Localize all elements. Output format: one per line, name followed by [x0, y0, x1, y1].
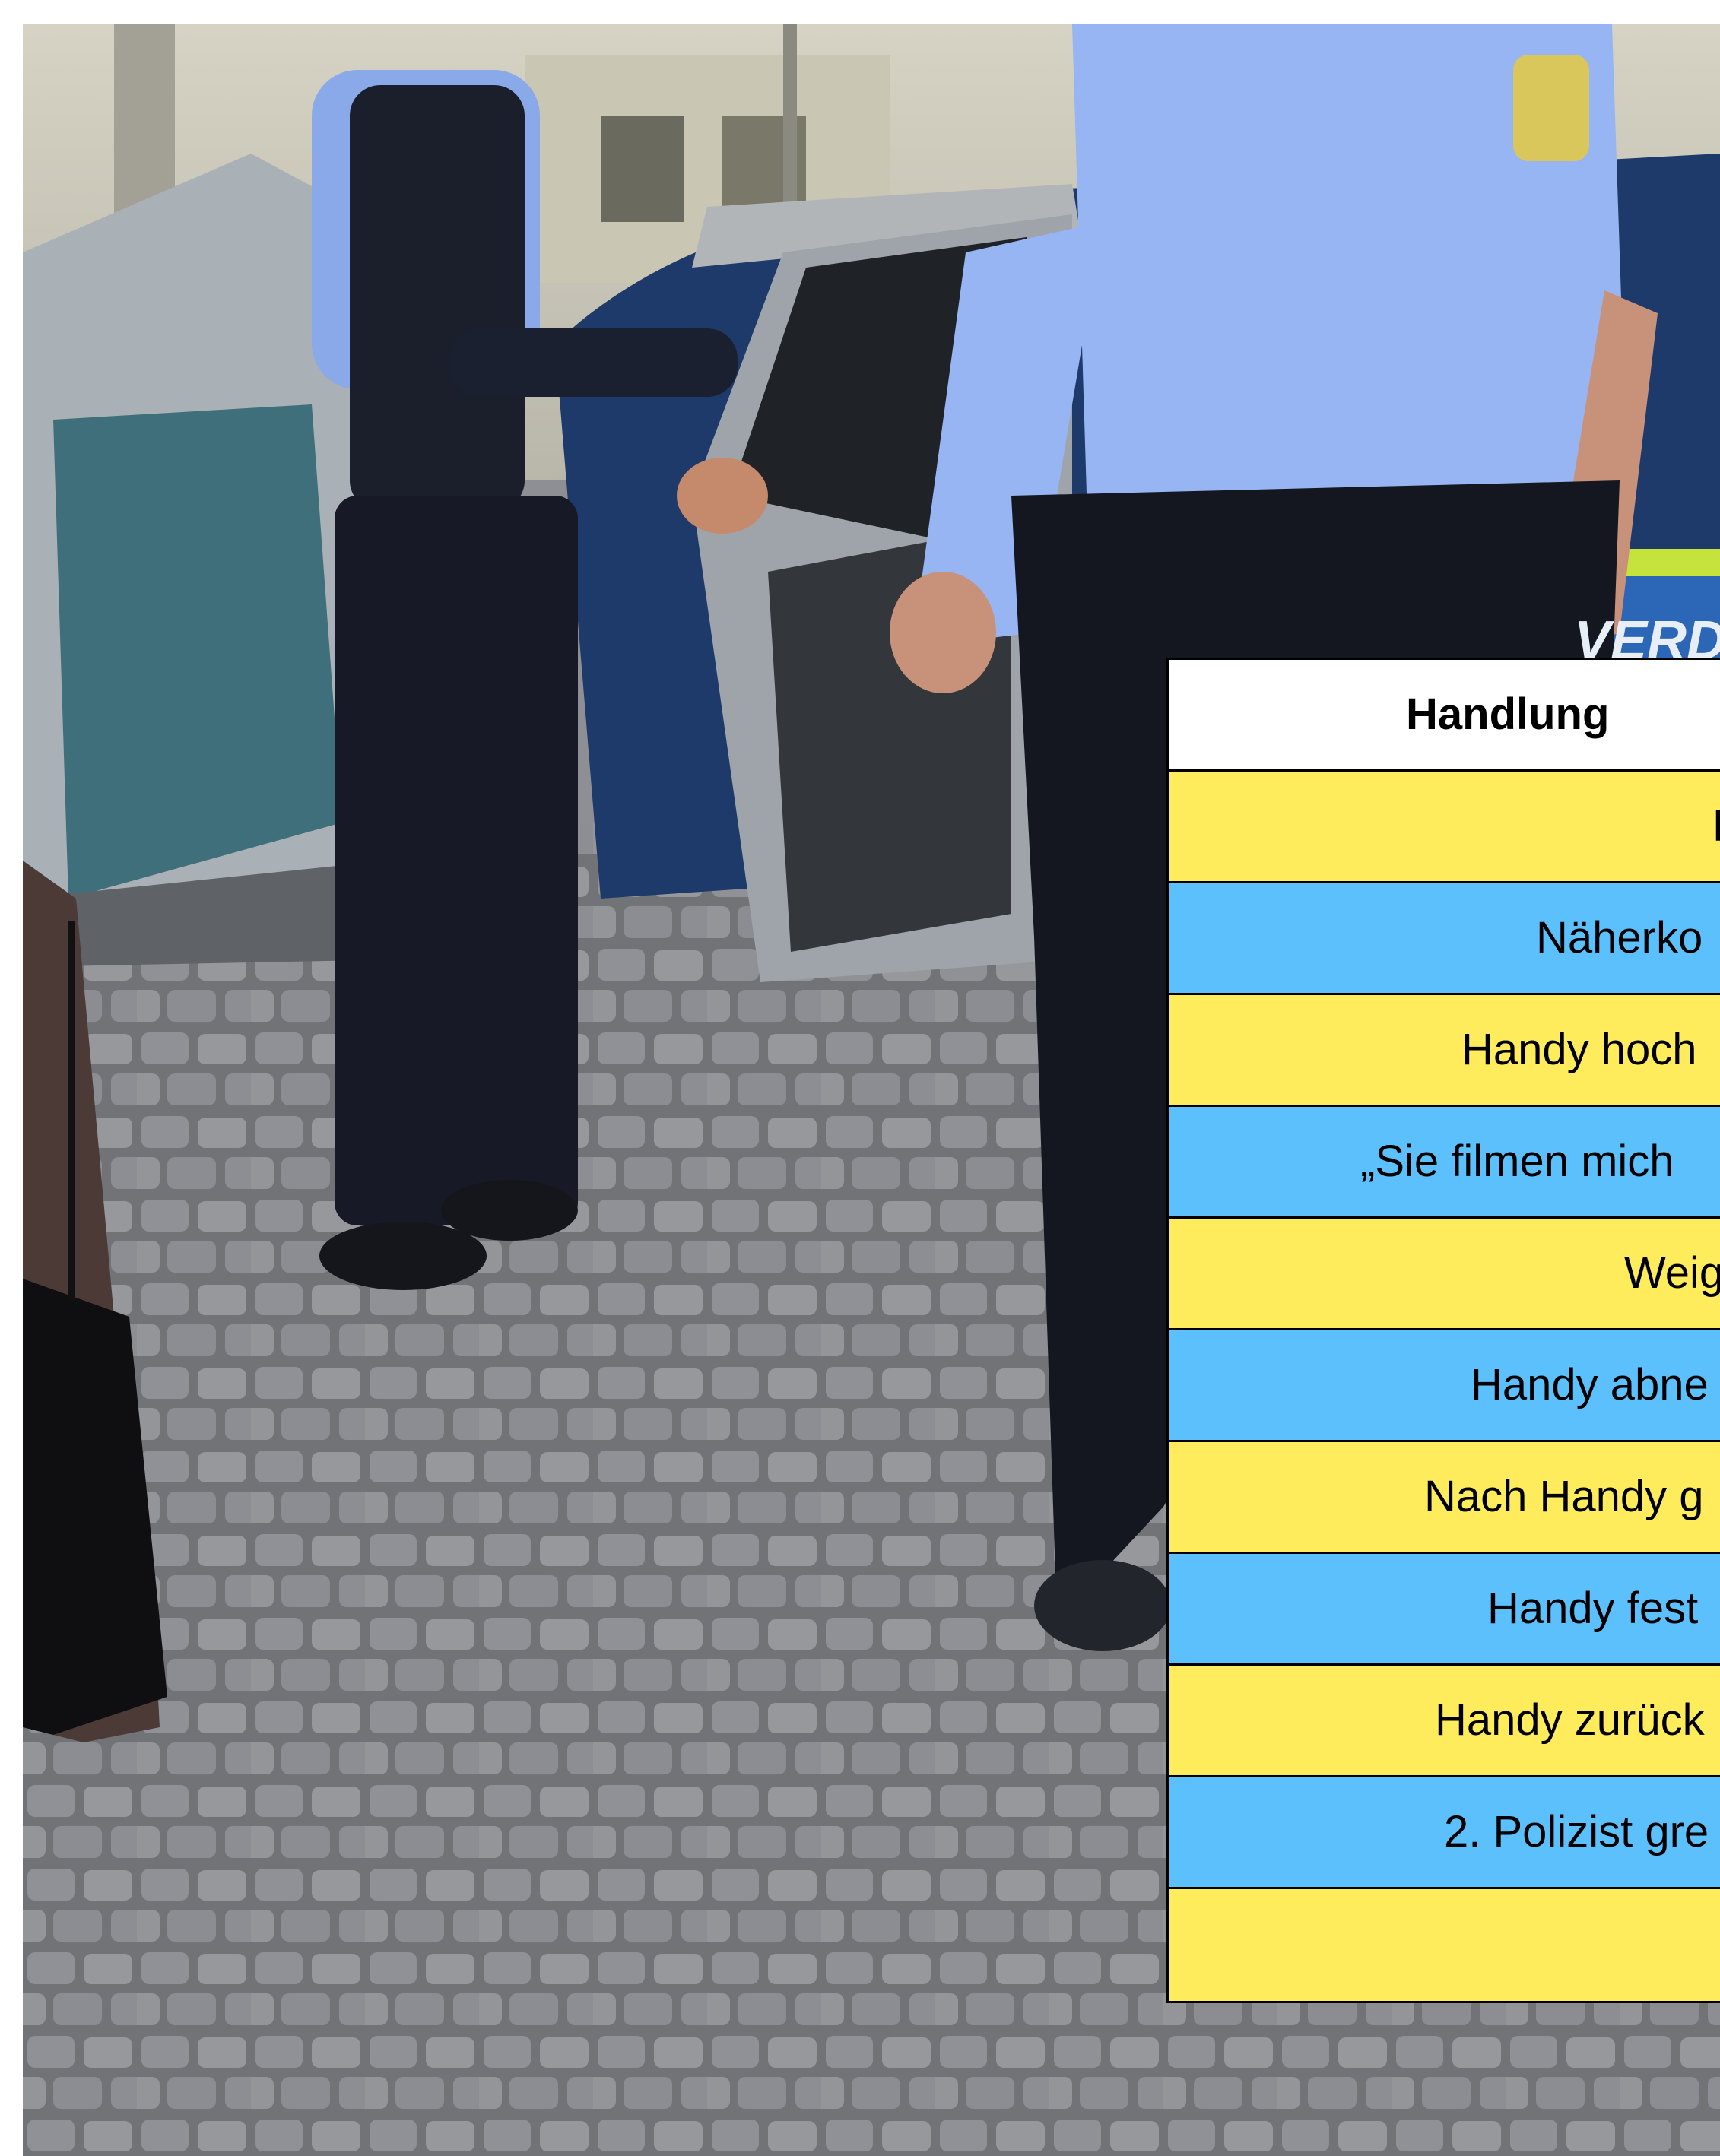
table-row: Näherko [1169, 883, 1720, 995]
table-row: Weig [1169, 1219, 1720, 1330]
table-row: Handy fest [1169, 1554, 1720, 1666]
table-cell: Handy hoch [1461, 1025, 1697, 1074]
table-cell: Handy zurück [1435, 1695, 1705, 1745]
table-cell: 2. Polizist gre [1444, 1807, 1709, 1856]
table-cell: Weig [1624, 1248, 1720, 1298]
table-cell: Nach Handy g [1424, 1472, 1704, 1521]
table-row: Handy hoch [1169, 995, 1720, 1107]
table-cell: Handy abne [1471, 1360, 1709, 1409]
action-table: Handlung F Näherko Handy hoch „Sie filme… [1166, 658, 1720, 2003]
table-cell: Näherko [1536, 913, 1703, 962]
table-header-handlung: Handlung [1169, 660, 1720, 772]
table-row: „Sie filmen mich [1169, 1107, 1720, 1219]
table-row: Handy zurück [1169, 1666, 1720, 1777]
table-header-label: Handlung [1406, 690, 1610, 739]
table-row [1169, 1889, 1720, 2001]
table-cell: „Sie filmen mich [1360, 1137, 1674, 1186]
table-cell: F [1712, 772, 1720, 881]
table-row: 2. Polizist gre [1169, 1777, 1720, 1889]
table-cell: Handy fest [1487, 1584, 1699, 1633]
table-row: F [1169, 772, 1720, 883]
table-row: Nach Handy g [1169, 1442, 1720, 1554]
table-row: Handy abne [1169, 1330, 1720, 1442]
